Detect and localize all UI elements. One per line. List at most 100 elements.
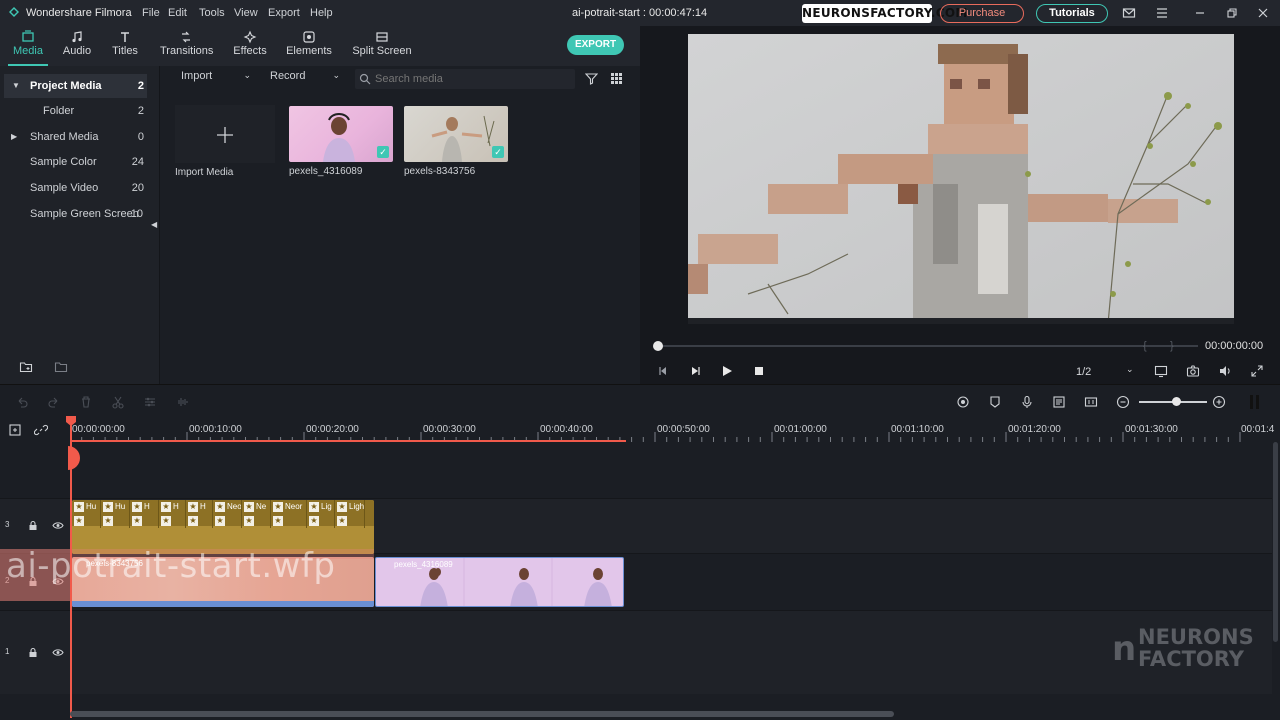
- sidebar-item-project-media[interactable]: ▼ Project Media 2: [4, 74, 147, 98]
- tab-titles[interactable]: Titles: [110, 26, 140, 66]
- import-dropdown[interactable]: Import ⌄: [181, 70, 253, 88]
- crown-icon: ★: [103, 516, 113, 526]
- menu-help[interactable]: Help: [310, 7, 333, 19]
- play-icon[interactable]: [720, 364, 734, 378]
- menu-view[interactable]: View: [234, 7, 258, 19]
- menu-tools[interactable]: Tools: [199, 7, 225, 19]
- cut-icon[interactable]: [111, 395, 125, 409]
- lock-icon[interactable]: [28, 520, 38, 531]
- zoom-slider-handle[interactable]: [1172, 397, 1181, 406]
- playback-quality-dropdown[interactable]: 1/2 ⌄: [1074, 364, 1136, 380]
- zoom-out-icon[interactable]: [1116, 395, 1130, 409]
- seek-handle[interactable]: [653, 341, 663, 351]
- sidebar-item-shared-media[interactable]: ▶ Shared Media 0: [0, 125, 150, 149]
- title-clip[interactable]: ★ ★ H: [130, 500, 159, 528]
- tab-media[interactable]: Media: [8, 26, 48, 66]
- undo-icon[interactable]: [15, 395, 29, 409]
- adjust-icon[interactable]: [143, 395, 157, 409]
- filter-icon[interactable]: [585, 72, 598, 85]
- tab-effects[interactable]: Effects: [230, 26, 270, 66]
- eye-icon[interactable]: [52, 521, 64, 530]
- menu-file[interactable]: File: [142, 7, 160, 19]
- volume-icon[interactable]: [1218, 364, 1232, 378]
- vertical-scrollbar[interactable]: [1273, 442, 1278, 642]
- tutorials-button[interactable]: Tutorials: [1036, 4, 1108, 23]
- media-thumbnail-pexels-8343756[interactable]: ✓: [404, 106, 508, 162]
- redo-icon[interactable]: [47, 395, 61, 409]
- step-back-icon[interactable]: [656, 364, 670, 378]
- zoom-in-icon[interactable]: [1212, 395, 1226, 409]
- title-clip[interactable]: ★ ★ Neo: [213, 500, 242, 528]
- media-thumbnail-pexels-4316089[interactable]: ✓: [289, 106, 393, 162]
- hamburger-menu-icon[interactable]: [1155, 6, 1169, 20]
- record-dropdown[interactable]: Record ⌄: [270, 70, 342, 88]
- tab-transitions[interactable]: Transitions: [160, 26, 213, 66]
- tab-elements-label: Elements: [286, 45, 332, 57]
- marker-icon[interactable]: [988, 395, 1002, 409]
- eye-icon[interactable]: [52, 648, 64, 657]
- sidebar-item-sample-green-screen[interactable]: Sample Green Screen 10: [0, 202, 150, 226]
- title-clip[interactable]: ★ ★ H: [159, 500, 186, 528]
- tab-audio[interactable]: Audio: [58, 26, 96, 66]
- import-media-tile[interactable]: [175, 105, 275, 163]
- crown-icon: ★: [74, 516, 84, 526]
- snapshot-icon[interactable]: [1084, 395, 1098, 409]
- crown-icon: ★: [161, 502, 171, 512]
- title-clip[interactable]: ★ ★ Hu: [72, 500, 101, 528]
- tab-split-screen[interactable]: Split Screen: [352, 26, 412, 66]
- folder-icon[interactable]: [54, 360, 68, 374]
- collapse-arrow-icon: ▶: [11, 132, 18, 141]
- menu-edit[interactable]: Edit: [168, 7, 187, 19]
- title-clip[interactable]: ★ ★ Lig: [307, 500, 335, 528]
- elements-icon: [303, 31, 315, 43]
- microphone-icon[interactable]: [1020, 395, 1034, 409]
- tab-elements[interactable]: Elements: [286, 26, 332, 66]
- preview-seek-bar[interactable]: [658, 345, 1198, 347]
- minimize-icon[interactable]: [1193, 6, 1207, 20]
- track-number: 3: [5, 520, 10, 529]
- link-icon[interactable]: [34, 423, 48, 437]
- display-icon[interactable]: [1154, 364, 1168, 378]
- lock-icon[interactable]: [28, 647, 38, 658]
- horizontal-scrollbar[interactable]: [70, 711, 894, 717]
- logo-mark: n: [1112, 629, 1137, 669]
- logo-line2: FACTORY: [1138, 647, 1245, 671]
- menu-export[interactable]: Export: [268, 7, 300, 19]
- audio-wave-icon[interactable]: [175, 395, 189, 409]
- purchase-button[interactable]: Purchase: [940, 4, 1024, 23]
- snapshot-camera-icon[interactable]: [1186, 364, 1200, 378]
- video-clip-pexels-4316089[interactable]: pexels_4316089: [375, 557, 624, 607]
- fullscreen-icon[interactable]: [1250, 364, 1264, 378]
- title-bar: Wondershare Filmora File Edit Tools View…: [0, 0, 1280, 26]
- title-clip[interactable]: ★ ★ H: [186, 500, 213, 528]
- title-clip[interactable]: ★ ★ Neor: [271, 500, 307, 528]
- pause-bars-icon[interactable]: [1248, 394, 1262, 410]
- delete-icon[interactable]: [79, 395, 93, 409]
- collapse-panel-icon[interactable]: ◀: [151, 220, 157, 229]
- mark-out-icon[interactable]: }: [1170, 340, 1174, 352]
- title-clip[interactable]: ★ ★ Hu: [101, 500, 130, 528]
- sidebar-item-folder[interactable]: Folder 2: [0, 99, 150, 123]
- crown-icon: ★: [132, 502, 142, 512]
- new-folder-icon[interactable]: [19, 360, 33, 374]
- restore-icon[interactable]: [1225, 6, 1239, 20]
- mail-icon[interactable]: [1122, 6, 1136, 20]
- sidebar-item-sample-video[interactable]: Sample Video 20: [0, 176, 150, 200]
- search-box[interactable]: [355, 69, 575, 89]
- title-clip[interactable]: ★ ★ Ne: [242, 500, 271, 528]
- grid-view-icon[interactable]: [610, 72, 623, 85]
- close-icon[interactable]: [1256, 6, 1270, 20]
- sidebar-item-label: Sample Green Screen: [30, 208, 139, 220]
- add-track-icon[interactable]: [8, 423, 22, 437]
- search-input[interactable]: [375, 71, 565, 87]
- sidebar-item-sample-color[interactable]: Sample Color 24: [0, 150, 150, 174]
- render-preview-icon[interactable]: [956, 395, 970, 409]
- mark-in-icon[interactable]: {: [1143, 340, 1147, 352]
- crown-icon: ★: [215, 502, 225, 512]
- voiceover-list-icon[interactable]: [1052, 395, 1066, 409]
- stop-icon[interactable]: [752, 364, 766, 378]
- preview-video-frame[interactable]: [688, 34, 1234, 324]
- export-button[interactable]: EXPORT: [567, 35, 624, 55]
- play-frame-icon[interactable]: [688, 364, 702, 378]
- title-clip[interactable]: ★ ★Light: [335, 500, 365, 528]
